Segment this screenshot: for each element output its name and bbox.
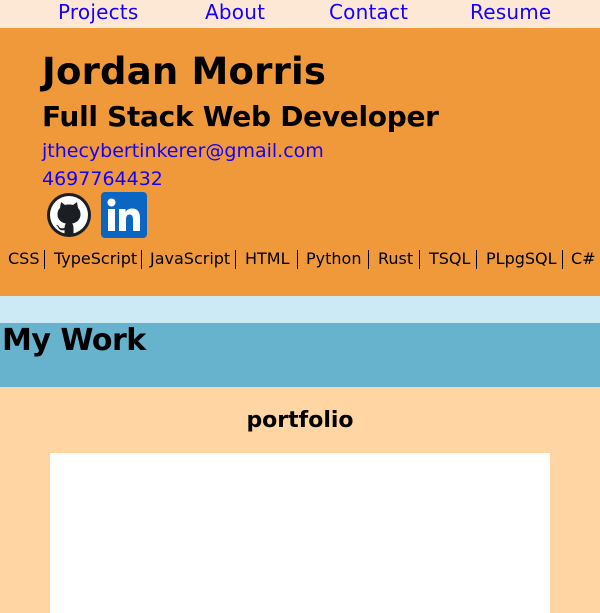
skill-css: CSS: [8, 249, 40, 268]
skill-separator: [562, 250, 563, 269]
nav-contact-link[interactable]: Contact: [329, 0, 408, 24]
skill-separator: [419, 250, 420, 269]
header: Jordan Morris Full Stack Web Developer j…: [0, 28, 600, 296]
skill-typescript: TypeScript: [54, 249, 138, 268]
skill-html: HTML: [245, 249, 290, 268]
nav-resume-link[interactable]: Resume: [470, 0, 551, 24]
profile-title: Full Stack Web Developer: [42, 100, 439, 133]
portfolio-heading: portfolio: [246, 408, 354, 433]
skill-rust: Rust: [378, 249, 414, 268]
skill-separator: [235, 250, 236, 269]
github-icon: [47, 193, 91, 237]
skill-separator: [297, 250, 298, 269]
skill-separator: [141, 250, 142, 269]
skill-plpgsql: PLpgSQL: [486, 249, 557, 268]
my-work-heading: My Work: [2, 323, 146, 358]
skill-separator: [476, 250, 477, 269]
skill-csharp: C#: [571, 249, 596, 268]
skills-list: CSS TypeScript JavaScript HTML Python Ru…: [0, 248, 600, 272]
linkedin-link[interactable]: [101, 192, 147, 238]
top-nav: Projects About Contact Resume: [0, 0, 600, 28]
section-divider: [0, 296, 600, 324]
skill-python: Python: [306, 249, 362, 268]
skill-javascript: JavaScript: [150, 249, 231, 268]
my-work-section: My Work: [0, 323, 600, 387]
skill-separator: [368, 250, 369, 269]
profile-name: Jordan Morris: [42, 50, 327, 93]
github-link[interactable]: [46, 192, 92, 238]
email-link[interactable]: jthecybertinkerer@gmail.com: [42, 140, 324, 162]
skill-separator: [44, 250, 45, 269]
portfolio-card[interactable]: [50, 453, 550, 613]
nav-about-link[interactable]: About: [205, 0, 265, 24]
linkedin-icon: [101, 192, 147, 238]
skill-tsql: TSQL: [429, 249, 471, 268]
phone-link[interactable]: 4697764432: [42, 168, 163, 190]
nav-projects-link[interactable]: Projects: [58, 0, 138, 24]
